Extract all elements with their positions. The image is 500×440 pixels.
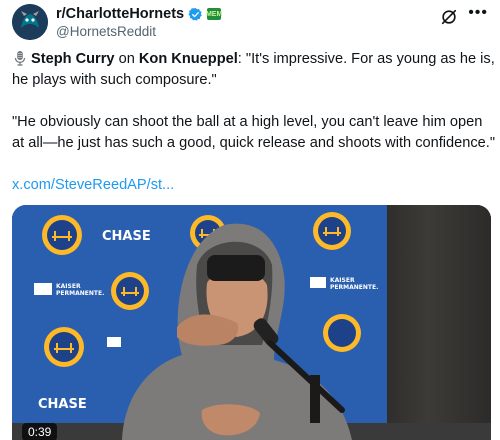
- link-paragraph: x.com/SteveReedAP/st...: [12, 175, 496, 196]
- grok-icon[interactable]: [440, 8, 458, 26]
- affiliate-badge: MEM: [206, 8, 222, 20]
- sponsor-kaiser-right: KAISER PERMANENTE.: [330, 277, 379, 291]
- quote-2: "He obviously can shoot the ball at a hi…: [12, 114, 496, 151]
- external-link[interactable]: x.com/SteveReedAP/st...: [12, 177, 174, 193]
- more-icon[interactable]: •••: [468, 4, 488, 22]
- avatar[interactable]: [12, 4, 48, 40]
- tweet-text: Steph Curry on Kon Knueppel: "It's impre…: [12, 49, 496, 217]
- sponsor-chase-bottom: CHASE: [38, 397, 87, 412]
- video-player[interactable]: CHASE CHASE KAISER PERMANENTE. KAISER PE…: [12, 205, 491, 440]
- sponsor-kaiser: KAISER PERMANENTE.: [56, 283, 105, 297]
- display-name[interactable]: r/CharlotteHornets: [56, 6, 184, 22]
- video-duration: 0:39: [22, 423, 58, 440]
- author-names: r/CharlotteHornets MEM @HornetsReddit: [56, 5, 222, 39]
- quote-paragraph-1: Steph Curry on Kon Knueppel: "It's impre…: [12, 49, 496, 91]
- verified-badge-icon: [188, 7, 202, 21]
- microphone-icon: [14, 51, 26, 66]
- subject-name: Kon Knueppel: [138, 51, 238, 67]
- handle[interactable]: @HornetsReddit: [56, 24, 221, 39]
- speaker-name: Steph Curry: [31, 51, 115, 67]
- quote-paragraph-2: "He obviously can shoot the ball at a hi…: [12, 112, 496, 154]
- tweet-header: r/CharlotteHornets MEM @HornetsReddit ••…: [12, 4, 490, 44]
- on-word: on: [114, 51, 139, 67]
- sponsor-chase-top: CHASE: [102, 229, 151, 244]
